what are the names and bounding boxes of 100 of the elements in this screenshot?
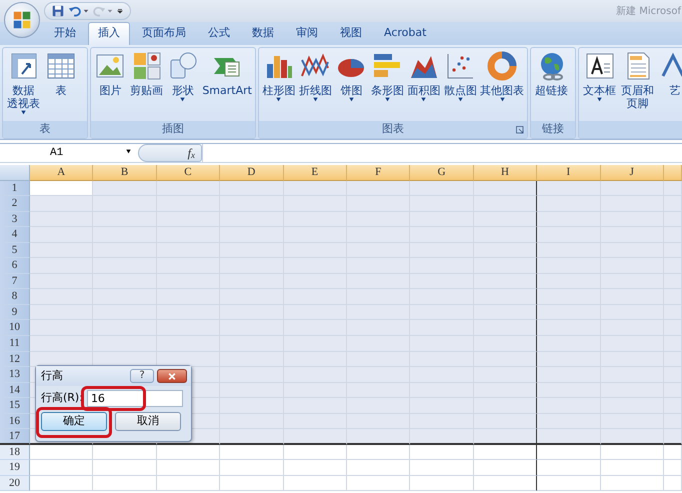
help-button[interactable]: ?	[130, 369, 154, 383]
ribbon-command[interactable]: 面积图	[406, 50, 442, 121]
window-title: 新建 Microsof	[616, 4, 681, 19]
ribbon-tab[interactable]: 插入	[88, 22, 130, 45]
sheet-cell[interactable]	[474, 476, 538, 492]
group-label: 插图	[91, 121, 255, 138]
group-label: 链接	[531, 121, 575, 138]
row-height-field[interactable]: 16	[86, 390, 183, 407]
ribbon-command[interactable]: 饼图	[334, 50, 369, 121]
sheet-cell[interactable]	[474, 336, 538, 352]
redo-icon	[92, 4, 106, 18]
sheet-cell[interactable]	[474, 382, 538, 398]
insert-function-button[interactable]: f$_{x}$	[138, 144, 202, 162]
dialog-button[interactable]: 确定	[41, 412, 107, 431]
column-header[interactable]: A	[30, 165, 94, 181]
ribbon-command[interactable]: SmartArt	[201, 50, 253, 121]
name-box[interactable]: A1	[0, 144, 138, 162]
save-button[interactable]	[51, 4, 65, 18]
sheet-cell[interactable]	[474, 398, 538, 414]
ribbon-command[interactable]: 文本框	[581, 50, 618, 121]
ribbon-command[interactable]: 超链接	[533, 50, 570, 121]
ribbon-tab[interactable]: Acrobat	[374, 22, 436, 45]
ribbon-command[interactable]: 图片	[93, 50, 128, 121]
select-all-corner[interactable]	[0, 165, 30, 181]
sheet-cell[interactable]	[474, 444, 538, 460]
sheet-cell[interactable]	[474, 429, 538, 445]
undo-button[interactable]	[68, 4, 89, 18]
column-header[interactable]: J	[600, 165, 664, 181]
column-header[interactable]: F	[346, 165, 410, 181]
ribbon-command[interactable]: 形状	[166, 50, 200, 121]
sheet-cell[interactable]	[474, 180, 538, 196]
sheet-cell[interactable]	[474, 196, 538, 212]
office-button[interactable]	[4, 2, 40, 38]
sheet-cell[interactable]	[474, 242, 538, 258]
row-header[interactable]: 20	[0, 476, 30, 492]
caret-icon	[125, 149, 132, 154]
dialog-title: 行高	[41, 368, 63, 384]
sheet-cell[interactable]	[474, 227, 538, 243]
sheet-cell[interactable]	[474, 460, 538, 476]
row-header[interactable]: 5	[0, 242, 30, 258]
sheet-cell[interactable]	[474, 304, 538, 320]
row-header[interactable]: 1	[0, 180, 30, 196]
sheet-cell[interactable]	[474, 367, 538, 383]
ribbon-tab[interactable]: 数据	[242, 22, 284, 45]
dialog-launcher-icon[interactable]	[516, 126, 524, 134]
ribbon-command[interactable]: 页眉和 页脚	[619, 50, 656, 121]
ribbon-command[interactable]: 柱形图	[261, 50, 296, 121]
row-header[interactable]: 6	[0, 258, 30, 274]
ribbon-command[interactable]: 散点图	[442, 50, 478, 121]
undo-icon	[68, 4, 82, 18]
row-header[interactable]: 18	[0, 444, 30, 460]
sheet-cell[interactable]	[474, 414, 538, 430]
ribbon-tab[interactable]: 视图	[330, 22, 372, 45]
row-header[interactable]: 15	[0, 398, 30, 414]
close-icon	[167, 372, 177, 380]
row-header[interactable]: 9	[0, 304, 30, 320]
column-header[interactable]: D	[220, 165, 284, 181]
ribbon-command[interactable]: 折线图	[298, 50, 333, 121]
ribbon-tab[interactable]: 公式	[198, 22, 240, 45]
ribbon-command[interactable]: 其他图表	[479, 50, 526, 121]
sheet-cell[interactable]	[474, 320, 538, 336]
sheet-cell[interactable]	[474, 258, 538, 274]
column-header[interactable]: H	[474, 165, 538, 181]
dialog-button[interactable]: 取消	[115, 412, 181, 431]
column-header[interactable]: E	[284, 165, 347, 181]
row-header[interactable]: 17	[0, 429, 30, 445]
ribbon-command[interactable]: 条形图	[370, 50, 406, 121]
row-header[interactable]: 4	[0, 227, 30, 243]
row-header[interactable]: 7	[0, 274, 30, 290]
sheet-cell[interactable]	[474, 289, 538, 305]
row-header[interactable]: 12	[0, 352, 30, 368]
sheet-cell[interactable]	[474, 212, 538, 228]
column-header[interactable]	[664, 165, 682, 181]
ribbon-command[interactable]: 剪贴画	[128, 50, 164, 121]
row-header[interactable]: 14	[0, 382, 30, 398]
column-header[interactable]: I	[537, 165, 601, 181]
row-header[interactable]: 2	[0, 196, 30, 212]
row-header[interactable]: 10	[0, 320, 30, 336]
row-header[interactable]: 19	[0, 460, 30, 476]
sheet-cell[interactable]	[474, 274, 538, 290]
close-button[interactable]	[157, 369, 187, 383]
column-header[interactable]: G	[410, 165, 474, 181]
column-header[interactable]: B	[93, 165, 157, 181]
field-label: 行高(R):	[41, 390, 83, 406]
group-label: 图表	[259, 121, 527, 138]
row-header[interactable]: 16	[0, 414, 30, 430]
group-label: 表	[3, 121, 87, 138]
row-header[interactable]: 13	[0, 367, 30, 383]
row-header[interactable]: 11	[0, 336, 30, 352]
donut-chart-icon	[486, 50, 518, 82]
ribbon-tab[interactable]: 页面布局	[132, 22, 196, 45]
ribbon-tab[interactable]: 审阅	[286, 22, 328, 45]
ribbon-command[interactable]: 艺	[657, 50, 682, 121]
sheet-cell[interactable]	[474, 352, 538, 368]
row-header[interactable]: 3	[0, 212, 30, 228]
ribbon-command[interactable]: 数据 透视表	[5, 50, 42, 121]
ribbon-tab[interactable]: 开始	[44, 22, 86, 45]
column-header[interactable]: C	[156, 165, 220, 181]
ribbon-command[interactable]: 表	[43, 50, 79, 121]
row-header[interactable]: 8	[0, 289, 30, 305]
